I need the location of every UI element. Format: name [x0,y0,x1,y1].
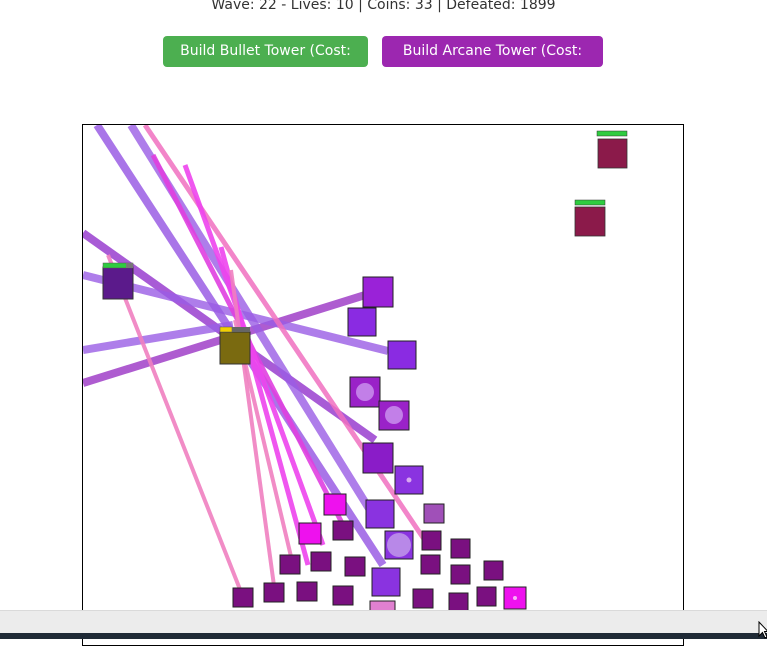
game-field [83,125,628,614]
enemy [387,340,417,370]
tower[interactable] [102,262,134,300]
game-canvas[interactable] [82,124,684,646]
enemy [332,520,354,541]
tower-health-bar [219,326,233,333]
tower[interactable] [219,326,251,365]
enemy [332,585,354,606]
taskbar-edge [0,633,767,639]
enemy [232,587,254,608]
enemy [450,538,471,559]
game-stats: Wave: 22 - Lives: 10 | Coins: 33 | Defea… [211,0,556,13]
enemy [423,503,445,524]
enemy [344,556,366,577]
horizontal-scrollbar[interactable] [0,610,767,634]
enemy [365,499,395,529]
enemy [476,586,497,607]
mouse-pointer-icon [758,620,767,643]
enemy [323,493,347,516]
enemy [412,588,434,609]
enemy [371,567,401,597]
enemy [310,551,332,572]
enemy [347,307,377,337]
enemy [279,554,301,575]
build-arcane-tower-button[interactable]: Build Arcane Tower (Cost: 12) [382,36,603,90]
enemy [483,560,504,581]
enemy [298,522,322,545]
enemy [362,276,394,308]
enemy [450,564,471,585]
enemy [596,130,628,169]
build-bullet-tower-button[interactable]: Build Bullet Tower (Cost: 7) [163,36,368,90]
enemy [574,199,606,237]
enemy [421,530,442,551]
enemy [263,582,285,603]
enemy [420,554,441,575]
enemy [296,581,318,602]
enemy [362,442,394,474]
